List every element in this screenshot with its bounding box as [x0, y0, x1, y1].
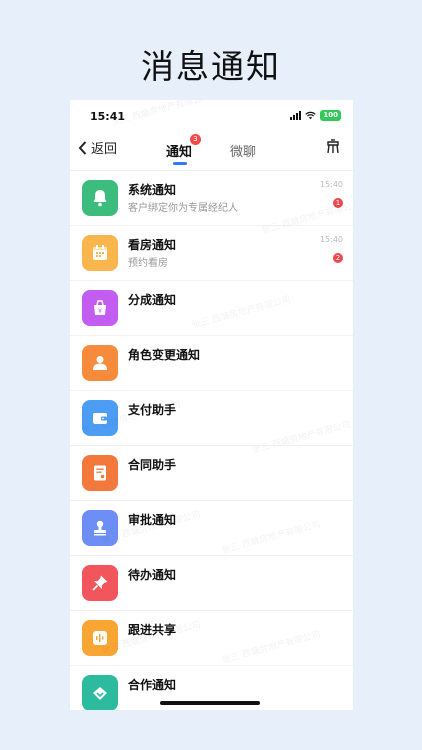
- row-time: 15:40: [319, 235, 343, 244]
- status-time: 15:41: [90, 110, 126, 123]
- row-icon-bg: [82, 510, 118, 546]
- calendar-icon: [93, 245, 107, 260]
- status-bar: 15:41 100: [70, 100, 353, 130]
- row-time: 15:40: [319, 180, 343, 189]
- battery-icon: 100: [320, 110, 341, 121]
- row-title: 分成通知: [128, 293, 177, 307]
- row-title: 支付助手: [128, 403, 177, 417]
- list-item-system[interactable]: 系统通知 客户绑定你为专属经纪人 15:40 1: [70, 171, 353, 226]
- row-icon-bg: [82, 345, 118, 381]
- row-title: 合同助手: [128, 458, 177, 472]
- list-item-approval[interactable]: 审批通知: [70, 501, 353, 556]
- handshake-icon: [93, 687, 107, 700]
- stamp-icon: [94, 520, 106, 536]
- home-indicator: [160, 701, 260, 705]
- svg-text:¥: ¥: [98, 308, 102, 315]
- audio-icon: [93, 631, 107, 645]
- back-label: 返回: [91, 142, 118, 157]
- list-item-todo[interactable]: 待办通知: [70, 556, 353, 611]
- row-title: 待办通知: [128, 568, 177, 582]
- unread-badge: 2: [333, 253, 343, 263]
- row-title: 审批通知: [128, 513, 177, 527]
- back-button[interactable]: 返回: [78, 138, 117, 157]
- user-switch-icon: [93, 356, 107, 370]
- notification-list: 系统通知 客户绑定你为专属经纪人 15:40 1 看房通知 预约看房 15:40…: [70, 171, 353, 710]
- row-title: 系统通知: [128, 183, 177, 197]
- pin-icon: [92, 575, 108, 591]
- row-icon-bg: [82, 565, 118, 601]
- unread-badge: 1: [333, 198, 343, 208]
- tab-notify-badge: 3: [190, 134, 201, 145]
- wallet-bag-icon: ¥: [94, 300, 106, 315]
- list-item-contract[interactable]: 合同助手: [70, 446, 353, 501]
- signal-icon: [290, 111, 302, 120]
- row-title: 角色变更通知: [128, 348, 201, 362]
- list-item-follow-share[interactable]: 跟进共享: [70, 611, 353, 666]
- list-item-payment[interactable]: 支付助手: [70, 391, 353, 446]
- nav-bar: 返回 通知 3 微聊: [70, 130, 353, 171]
- list-item-viewing[interactable]: 看房通知 预约看房 15:40 2: [70, 226, 353, 281]
- wallet-icon: [93, 413, 107, 424]
- tab-chat[interactable]: 微聊: [230, 141, 256, 160]
- chevron-left-icon: [78, 140, 87, 155]
- row-subtitle: 客户绑定你为专属经纪人: [128, 203, 238, 214]
- row-icon-bg: ¥: [82, 290, 118, 326]
- list-item-role-change[interactable]: 角色变更通知: [70, 336, 353, 391]
- row-title: 跟进共享: [128, 623, 177, 637]
- tab-underline: [173, 162, 187, 165]
- row-icon-bg: [82, 675, 118, 710]
- row-icon-bg: [82, 620, 118, 656]
- row-title: 看房通知: [128, 238, 177, 252]
- tab-notify[interactable]: 通知: [166, 141, 193, 165]
- promo-title: 消息通知: [141, 47, 281, 86]
- row-icon-bg: [82, 455, 118, 491]
- wifi-icon: [305, 111, 317, 120]
- phone-screen: 15:41 100 返回 通知 3 微聊 系统通知 客户绑定你为专属经纪人 15…: [70, 100, 353, 710]
- clear-read-icon[interactable]: [325, 139, 341, 155]
- list-item-commission[interactable]: ¥ 分成通知: [70, 281, 353, 336]
- contract-icon: [94, 465, 106, 481]
- row-icon-bg: [82, 180, 118, 216]
- tab-notify-label: 通知: [166, 145, 193, 160]
- row-icon-bg: [82, 235, 118, 271]
- row-subtitle: 预约看房: [128, 258, 168, 269]
- row-title: 合作通知: [128, 678, 177, 692]
- row-icon-bg: [82, 400, 118, 436]
- bell-icon: [93, 190, 107, 207]
